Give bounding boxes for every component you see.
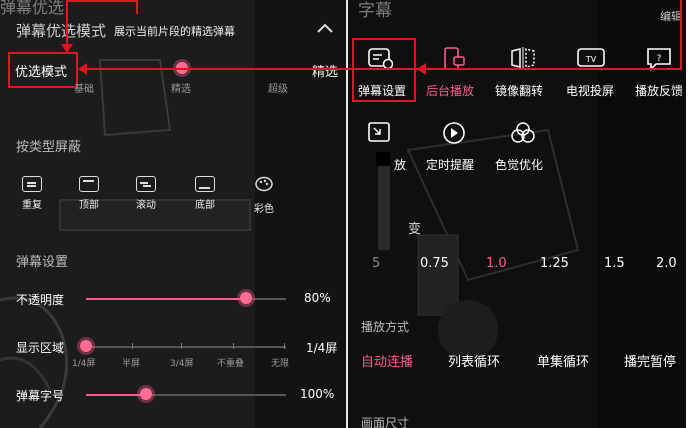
font-size-value: 100% — [300, 387, 335, 401]
block-color[interactable]: 彩色 — [254, 176, 274, 215]
opacity-slider-knob[interactable] — [240, 292, 252, 304]
block-bottom[interactable]: 底部 — [195, 176, 215, 211]
block-by-type-title: 按类型屏蔽 — [16, 140, 82, 155]
play-mode-option[interactable]: 列表循环 — [448, 351, 500, 370]
bottom-icon — [195, 176, 215, 192]
mode-level-basic: 基础 — [74, 84, 94, 95]
mode-level-selected: 精选 — [171, 84, 191, 95]
color-vision-icon — [511, 122, 535, 143]
annotation-line — [66, 0, 68, 50]
repeat-icon — [22, 176, 42, 192]
svg-text:TV: TV — [585, 55, 597, 64]
speed-option[interactable]: 5 — [372, 256, 380, 271]
scroll-icon — [136, 176, 156, 192]
block-scroll-label: 滚动 — [136, 200, 156, 211]
area-tick-label: 无限 — [271, 359, 290, 369]
mirror-flip-button[interactable] — [508, 46, 538, 76]
danmaku-settings-panel: 弹幕优选 弹幕优选模式 展示当前片段的精选弹幕 优选模式 精选 基础 精选 超级… — [0, 0, 346, 428]
mode-level-super: 超级 — [268, 84, 288, 95]
speed-option[interactable]: 1.5 — [604, 256, 625, 271]
speed-option[interactable]: 1.25 — [540, 256, 569, 271]
optimized-mode-label: 优选模式 — [15, 65, 68, 80]
block-repeat[interactable]: 重复 — [22, 176, 42, 211]
pip-button[interactable] — [366, 120, 396, 150]
top-icon — [79, 176, 99, 192]
display-area-slider-knob[interactable] — [80, 340, 92, 352]
background-play-button[interactable] — [439, 46, 469, 76]
optimized-mode-title: 弹幕优选模式 — [16, 22, 107, 40]
block-repeat-label: 重复 — [22, 200, 42, 211]
font-size-label: 弹幕字号 — [16, 389, 65, 403]
color-vision-button[interactable] — [508, 120, 538, 150]
area-tick-label: 1/4屏 — [72, 359, 96, 369]
display-area-label: 显示区域 — [16, 341, 65, 355]
danmaku-settings-title: 弹幕设置 — [16, 255, 69, 270]
display-area-slider-track[interactable] — [86, 346, 286, 348]
pip-label-occluder — [376, 152, 390, 166]
speed-option[interactable]: 0.75 — [420, 256, 449, 271]
block-top[interactable]: 顶部 — [79, 176, 99, 211]
block-bottom-label: 底部 — [195, 200, 215, 211]
pip-icon — [368, 122, 390, 142]
pip-label: 放 — [394, 158, 407, 172]
danmaku-settings-button[interactable] — [366, 46, 396, 76]
palette-icon — [255, 176, 273, 192]
play-mode-option[interactable]: 播完暂停 — [624, 351, 676, 370]
annotation-line — [136, 0, 138, 14]
timer-icon — [443, 122, 465, 144]
font-size-slider-knob[interactable] — [140, 388, 152, 400]
opacity-label: 不透明度 — [16, 293, 65, 307]
annotation-line — [680, 0, 682, 70]
play-mode-title: 播放方式 — [361, 320, 410, 334]
background-play-label: 后台播放 — [426, 84, 475, 98]
tv-cast-label: 电视投屏 — [566, 84, 615, 98]
timer-reminder-button[interactable] — [439, 120, 469, 150]
annotation-arrowhead — [78, 63, 87, 75]
right-edge-margin — [686, 0, 696, 428]
annotation-arrowhead — [417, 63, 426, 75]
playback-feedback-label: 播放反馈 — [635, 84, 684, 98]
color-vision-label: 色觉优化 — [495, 158, 544, 172]
danmaku-settings-label: 弹幕设置 — [358, 84, 407, 98]
more-options-panel: 字幕 编辑 弹幕设置 后台播放 镜像翻转 TV 电视投屏 ? 播放反馈 放 定时… — [348, 0, 696, 428]
opacity-value: 80% — [304, 291, 331, 305]
screen-size-title: 画面尺寸 — [361, 416, 410, 428]
area-tick-label: 半屏 — [122, 359, 141, 369]
annotation-line — [420, 68, 682, 70]
top-strip-text: 字幕 — [358, 1, 392, 21]
speed-option[interactable]: 2.0 — [656, 256, 677, 271]
collapse-chevron-icon[interactable] — [316, 22, 334, 34]
annotation-arrowhead — [61, 44, 73, 53]
area-tick-label: 3/4屏 — [170, 359, 194, 369]
mode-value: 精选 — [312, 65, 339, 80]
mirror-flip-label: 镜像翻转 — [495, 84, 544, 98]
edit-button[interactable]: 编辑 — [660, 8, 682, 24]
area-tick-label: 不重叠 — [217, 359, 245, 369]
playback-feedback-button[interactable]: ? — [645, 46, 675, 76]
timer-reminder-label: 定时提醒 — [426, 158, 475, 172]
area-tick — [181, 343, 182, 349]
area-tick — [284, 343, 285, 349]
top-strip-text: 弹幕优选 — [0, 0, 65, 17]
optimized-mode-subtitle: 展示当前片段的精选弹幕 — [114, 25, 235, 38]
block-top-label: 顶部 — [79, 200, 99, 211]
area-tick — [132, 343, 133, 349]
tv-cast-button[interactable]: TV — [576, 46, 606, 76]
play-mode-option[interactable]: 单集循环 — [537, 351, 589, 370]
opacity-slider-fill — [86, 298, 246, 300]
block-scroll[interactable]: 滚动 — [136, 176, 156, 211]
svg-text:?: ? — [657, 54, 662, 64]
playback-speed-title: 变 — [408, 222, 422, 237]
play-mode-option-selected[interactable]: 自动连播 — [361, 351, 413, 370]
block-color-label: 彩色 — [254, 204, 274, 215]
annotation-line — [66, 0, 138, 2]
font-size-slider-fill — [86, 394, 146, 396]
area-tick — [233, 343, 234, 349]
annotation-line — [86, 68, 426, 70]
speed-option-selected[interactable]: 1.0 — [486, 256, 507, 271]
display-area-value: 1/4屏 — [306, 341, 338, 355]
